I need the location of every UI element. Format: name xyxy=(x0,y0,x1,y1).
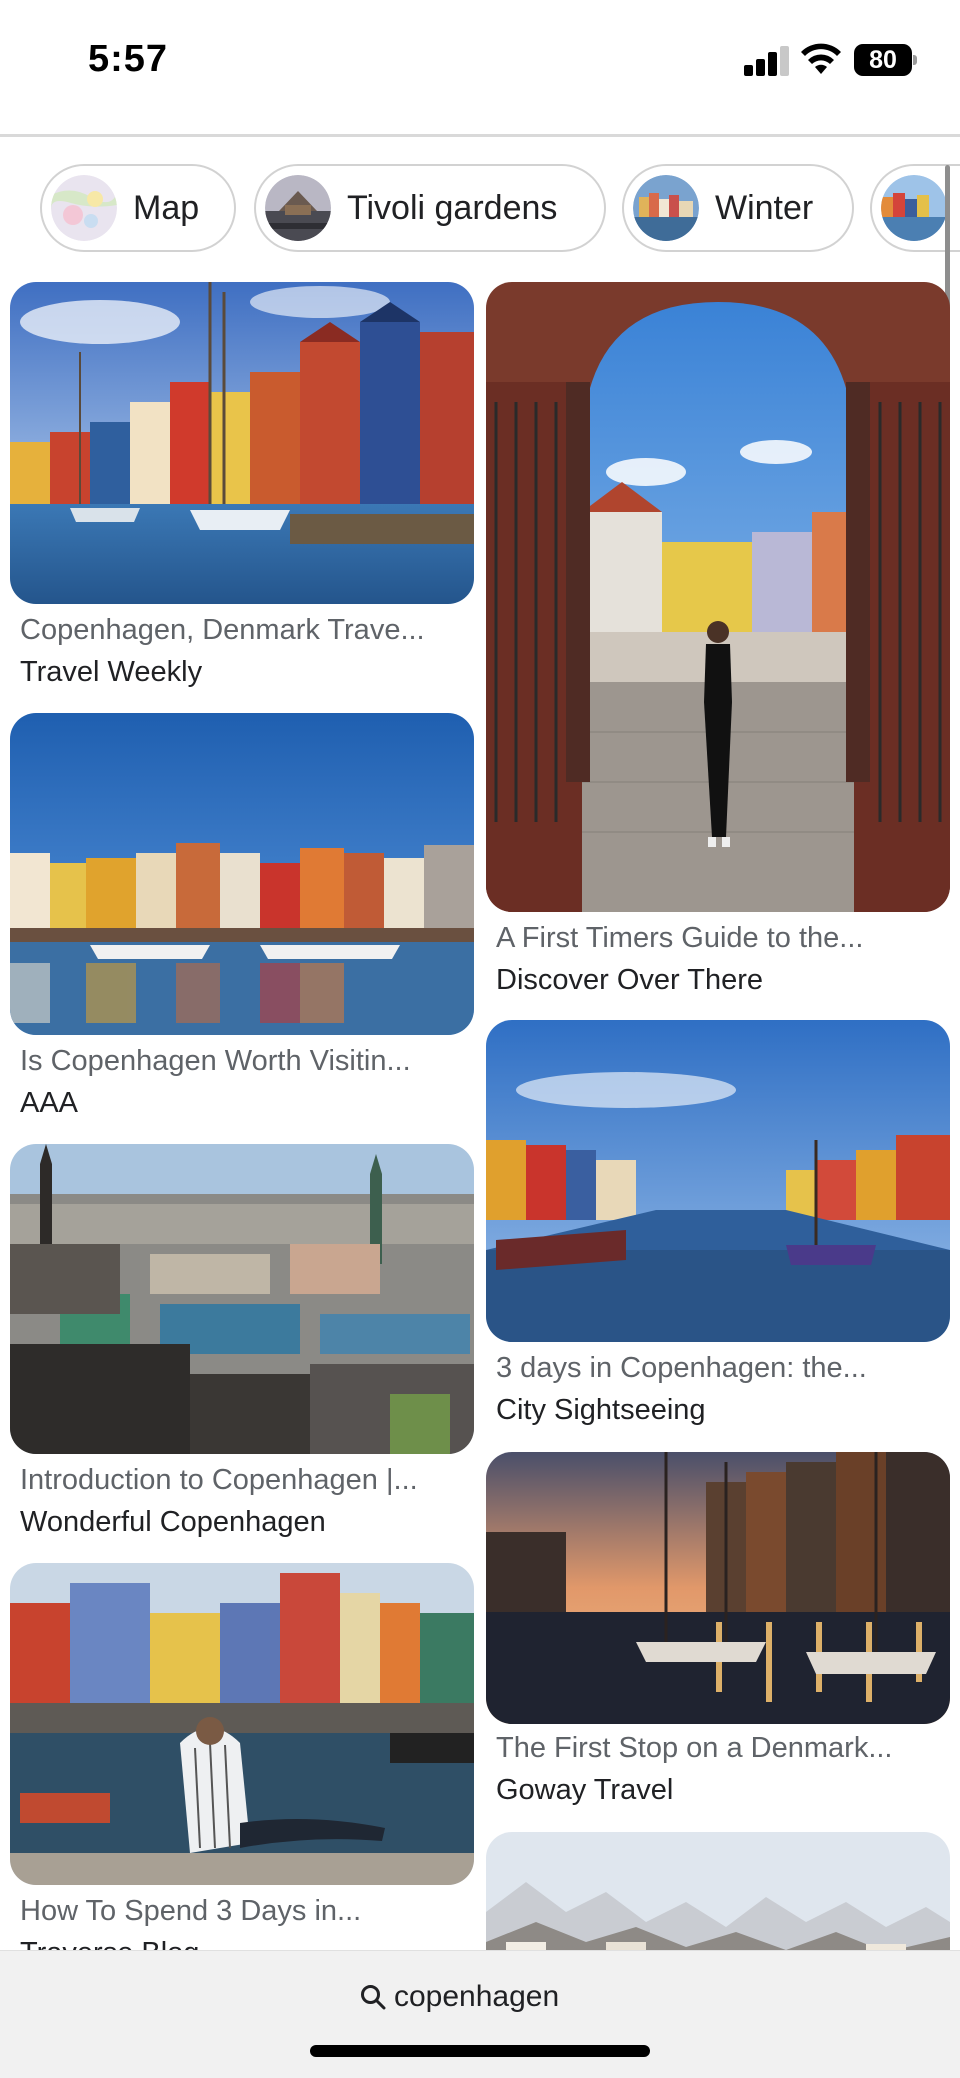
home-indicator[interactable] xyxy=(310,2045,650,2057)
battery-cap xyxy=(913,55,917,65)
search-query-text: copenhagen xyxy=(394,1980,560,2013)
status-bar: 5:57 80 xyxy=(0,0,960,130)
related-searches-chips: Map Tivoli gardens Winter xyxy=(0,164,960,254)
result-image[interactable] xyxy=(10,1563,474,1885)
cellular-signal-icon xyxy=(744,46,790,76)
result-title[interactable]: Is Copenhagen Worth Visitin... xyxy=(20,1045,470,1078)
result-title[interactable]: The First Stop on a Denmark... xyxy=(496,1732,946,1765)
battery-indicator: 80 xyxy=(854,44,912,76)
result-image[interactable] xyxy=(486,1832,950,1950)
result-title[interactable]: Copenhagen, Denmark Trave... xyxy=(20,614,470,647)
status-time: 5:57 xyxy=(88,38,169,80)
result-card[interactable]: A First Timers Guide to the... Discover … xyxy=(486,282,950,1002)
chip-map[interactable]: Map xyxy=(40,164,236,252)
chip-tivoli-gardens[interactable]: Tivoli gardens xyxy=(254,164,606,252)
chip-label: Map xyxy=(133,188,200,227)
nyhavn-thumbnail-icon xyxy=(881,175,947,241)
search-icon xyxy=(361,1985,386,2010)
tivoli-thumbnail-icon xyxy=(265,175,331,241)
result-source: Discover Over There xyxy=(496,964,763,996)
result-image[interactable] xyxy=(486,1020,950,1342)
header-divider xyxy=(0,134,960,137)
result-card[interactable]: 3 days in Copenhagen: the... City Sights… xyxy=(486,1020,950,1440)
result-card[interactable]: Copenhagen, Denmark Trave... Travel Week… xyxy=(10,282,474,702)
result-image[interactable] xyxy=(486,282,950,912)
result-title[interactable]: Introduction to Copenhagen |... xyxy=(20,1464,470,1497)
result-source: Goway Travel xyxy=(496,1774,674,1806)
chip-label: Winter xyxy=(715,188,814,227)
chip-label: Tivoli gardens xyxy=(347,188,558,227)
winter-thumbnail-icon xyxy=(633,175,699,241)
result-image[interactable] xyxy=(10,282,474,604)
result-source: Wonderful Copenhagen xyxy=(20,1506,326,1538)
chip-winter[interactable]: Winter xyxy=(622,164,854,252)
result-title[interactable]: How To Spend 3 Days in... xyxy=(20,1895,470,1928)
result-image[interactable] xyxy=(10,713,474,1035)
result-source: AAA xyxy=(20,1087,79,1119)
search-query-pill[interactable]: copenhagen xyxy=(360,1973,559,2021)
result-card[interactable]: How To Spend 3 Days in... Traverse Blog xyxy=(10,1563,474,1969)
result-card[interactable]: Is Copenhagen Worth Visitin... AAA xyxy=(10,713,474,1133)
result-card[interactable]: Introduction to Copenhagen |... Wonderfu… xyxy=(10,1144,474,1564)
wifi-icon xyxy=(801,43,841,74)
result-source: Travel Weekly xyxy=(20,656,203,688)
result-title[interactable]: 3 days in Copenhagen: the... xyxy=(496,1352,946,1385)
bottom-search-bar: copenhagen xyxy=(0,1950,960,2078)
result-card[interactable] xyxy=(486,1832,950,1950)
result-source: City Sightseeing xyxy=(496,1394,706,1426)
map-thumbnail-icon xyxy=(51,175,117,241)
result-image[interactable] xyxy=(10,1144,474,1454)
result-image[interactable] xyxy=(486,1452,950,1724)
result-title[interactable]: A First Timers Guide to the... xyxy=(496,922,946,955)
result-card[interactable]: The First Stop on a Denmark... Goway Tra… xyxy=(486,1452,950,1872)
